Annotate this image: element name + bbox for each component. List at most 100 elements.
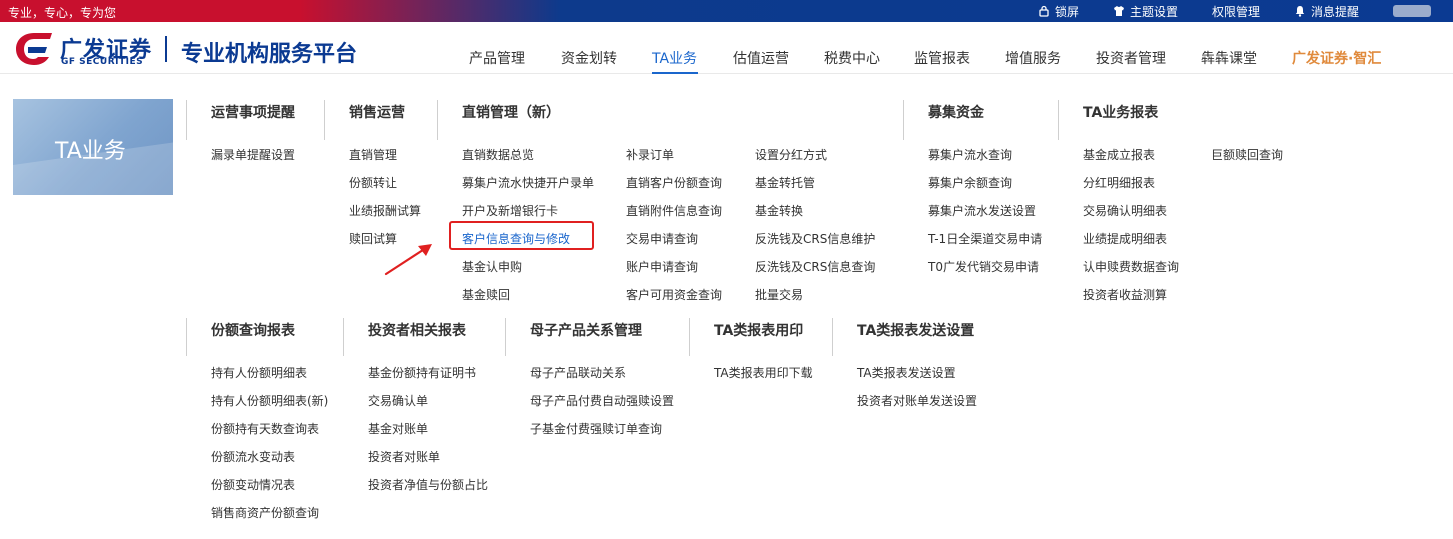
menu-item[interactable]: 业绩报酬试算 (349, 202, 421, 219)
menu-item[interactable]: 投资者净值与份额占比 (368, 476, 488, 493)
menu-item[interactable]: 客户可用资金查询 (626, 286, 722, 303)
nav-tax-center[interactable]: 税费中心 (824, 48, 880, 68)
menu-item[interactable]: 补录订单 (626, 146, 674, 163)
theme-settings-label: 主题设置 (1129, 4, 1178, 19)
section-title-parent-child-products: 母子产品关系管理 (530, 323, 642, 339)
menu-item[interactable]: 份额流水变动表 (211, 448, 295, 465)
menu-item[interactable]: 份额变动情况表 (211, 476, 295, 493)
menu-item[interactable]: 巨额赎回查询 (1211, 146, 1283, 163)
pointer-arrow-icon (384, 244, 432, 276)
menu-item[interactable]: TA类报表用印下载 (714, 364, 813, 381)
nav-fund-transfer[interactable]: 资金划转 (561, 48, 617, 68)
permission-management-label: 权限管理 (1211, 4, 1260, 19)
section-divider (832, 318, 833, 356)
menu-item[interactable]: 分红明细报表 (1083, 174, 1155, 191)
nav-ta-business[interactable]: TA业务 (652, 48, 697, 68)
menu-item[interactable]: 直销客户份额查询 (626, 174, 722, 191)
menu-item[interactable]: 母子产品联动关系 (530, 364, 626, 381)
menu-item[interactable]: 认申赎费数据查询 (1083, 258, 1179, 275)
top-bar: 专业，专心，专为您 锁屏 主题设置 权限管理 消息提醒 (0, 0, 1453, 22)
section-title-share-query-reports: 份额查询报表 (211, 323, 295, 339)
menu-item[interactable]: 基金份额持有证明书 (368, 364, 476, 381)
message-reminder-label: 消息提醒 (1310, 4, 1359, 19)
menu-item[interactable]: 直销管理 (349, 146, 397, 163)
menu-item[interactable]: 直销数据总览 (462, 146, 534, 163)
menu-item[interactable]: TA类报表发送设置 (857, 364, 956, 381)
menu-item[interactable]: 投资者对账单 (368, 448, 440, 465)
section-divider (324, 100, 325, 140)
section-title-direct-sales-new: 直销管理（新） (462, 105, 560, 121)
ta-business-banner: TA业务 (13, 99, 173, 195)
menu-item[interactable]: 基金赎回 (462, 286, 510, 303)
lock-icon (1039, 5, 1049, 17)
section-title-sales-operation: 销售运营 (349, 105, 405, 121)
banner-title: TA业务 (55, 139, 126, 164)
menu-item[interactable]: 批量交易 (755, 286, 803, 303)
menu-item[interactable]: 业绩提成明细表 (1083, 230, 1167, 247)
menu-item[interactable]: 持有人份额明细表(新) (211, 392, 328, 409)
menu-item[interactable]: 基金认申购 (462, 258, 522, 275)
message-reminder-link[interactable]: 消息提醒 (1294, 3, 1359, 20)
menu-item[interactable]: 子基金付费强赎订单查询 (530, 420, 662, 437)
menu-item[interactable]: T-1日全渠道交易申请 (928, 230, 1042, 247)
menu-item[interactable]: 募集户流水快捷开户录单 (462, 174, 594, 191)
section-title-ta-report-seal: TA类报表用印 (714, 323, 804, 339)
menu-item[interactable]: 设置分红方式 (755, 146, 827, 163)
theme-settings-link[interactable]: 主题设置 (1113, 3, 1178, 20)
section-title-operation-reminder: 运营事项提醒 (211, 105, 295, 121)
nav-regulatory-reports[interactable]: 监管报表 (914, 48, 970, 68)
menu-item[interactable]: 基金转托管 (755, 174, 815, 191)
menu-item[interactable]: 交易申请查询 (626, 230, 698, 247)
nav-product-management[interactable]: 产品管理 (469, 48, 525, 68)
section-title-fundraising: 募集资金 (928, 105, 984, 121)
section-divider (186, 100, 187, 140)
section-title-ta-reports: TA业务报表 (1083, 105, 1159, 121)
gf-logo-icon (16, 33, 52, 65)
slogan: 专业，专心，专为您 (8, 6, 117, 20)
brand-divider (165, 36, 167, 62)
menu-item[interactable]: 漏录单提醒设置 (211, 146, 295, 163)
section-title-ta-report-send: TA类报表发送设置 (857, 323, 975, 339)
section-divider (689, 318, 690, 356)
menu-item[interactable]: 交易确认单 (368, 392, 428, 409)
menu-item[interactable]: 募集户流水查询 (928, 146, 1012, 163)
section-divider (1058, 100, 1059, 140)
menu-item[interactable]: 募集户流水发送设置 (928, 202, 1036, 219)
nav-gf-zhihui[interactable]: 广发证券·智汇 (1292, 48, 1381, 68)
highlight-box (449, 221, 594, 250)
menu-item[interactable]: 投资者对账单发送设置 (857, 392, 977, 409)
brand-name-en: GF SECURITIES (61, 57, 144, 67)
header: 广发证券 GF SECURITIES 专业机构服务平台 产品管理 资金划转 TA… (0, 22, 1453, 74)
menu-item[interactable]: 基金成立报表 (1083, 146, 1155, 163)
user-avatar[interactable] (1393, 5, 1431, 17)
menu-item[interactable]: 持有人份额明细表 (211, 364, 307, 381)
top-links: 锁屏 主题设置 权限管理 消息提醒 (1038, 0, 1453, 22)
menu-item[interactable]: 账户申请查询 (626, 258, 698, 275)
menu-item[interactable]: 直销附件信息查询 (626, 202, 722, 219)
permission-management-link[interactable]: 权限管理 (1212, 3, 1260, 20)
menu-item[interactable]: 开户及新增银行卡 (462, 202, 558, 219)
menu-item[interactable]: 份额转让 (349, 174, 397, 191)
section-title-investor-reports: 投资者相关报表 (368, 323, 466, 339)
menu-item[interactable]: 份额持有天数查询表 (211, 420, 319, 437)
bell-icon (1295, 6, 1305, 17)
menu-item[interactable]: T0广发代销交易申请 (928, 258, 1039, 275)
menu-item[interactable]: 反洗钱及CRS信息查询 (755, 258, 875, 275)
nav-benben-classroom[interactable]: 犇犇课堂 (1201, 48, 1257, 68)
lock-screen-link[interactable]: 锁屏 (1038, 3, 1079, 20)
section-divider (186, 318, 187, 356)
menu-item[interactable]: 投资者收益测算 (1083, 286, 1167, 303)
platform-title: 专业机构服务平台 (181, 42, 358, 67)
menu-item[interactable]: 母子产品付费自动强赎设置 (530, 392, 674, 409)
menu-item[interactable]: 基金对账单 (368, 420, 428, 437)
menu-item[interactable]: 销售商资产份额查询 (211, 504, 319, 521)
menu-item[interactable]: 募集户余额查询 (928, 174, 1012, 191)
section-divider (343, 318, 344, 356)
menu-item[interactable]: 基金转换 (755, 202, 803, 219)
nav-investor-management[interactable]: 投资者管理 (1096, 48, 1166, 68)
nav-valuation-operation[interactable]: 估值运营 (733, 48, 789, 68)
nav-value-added-services[interactable]: 增值服务 (1005, 48, 1061, 68)
menu-item[interactable]: 反洗钱及CRS信息维护 (755, 230, 875, 247)
nav-active-underline (652, 72, 698, 74)
menu-item[interactable]: 交易确认明细表 (1083, 202, 1167, 219)
